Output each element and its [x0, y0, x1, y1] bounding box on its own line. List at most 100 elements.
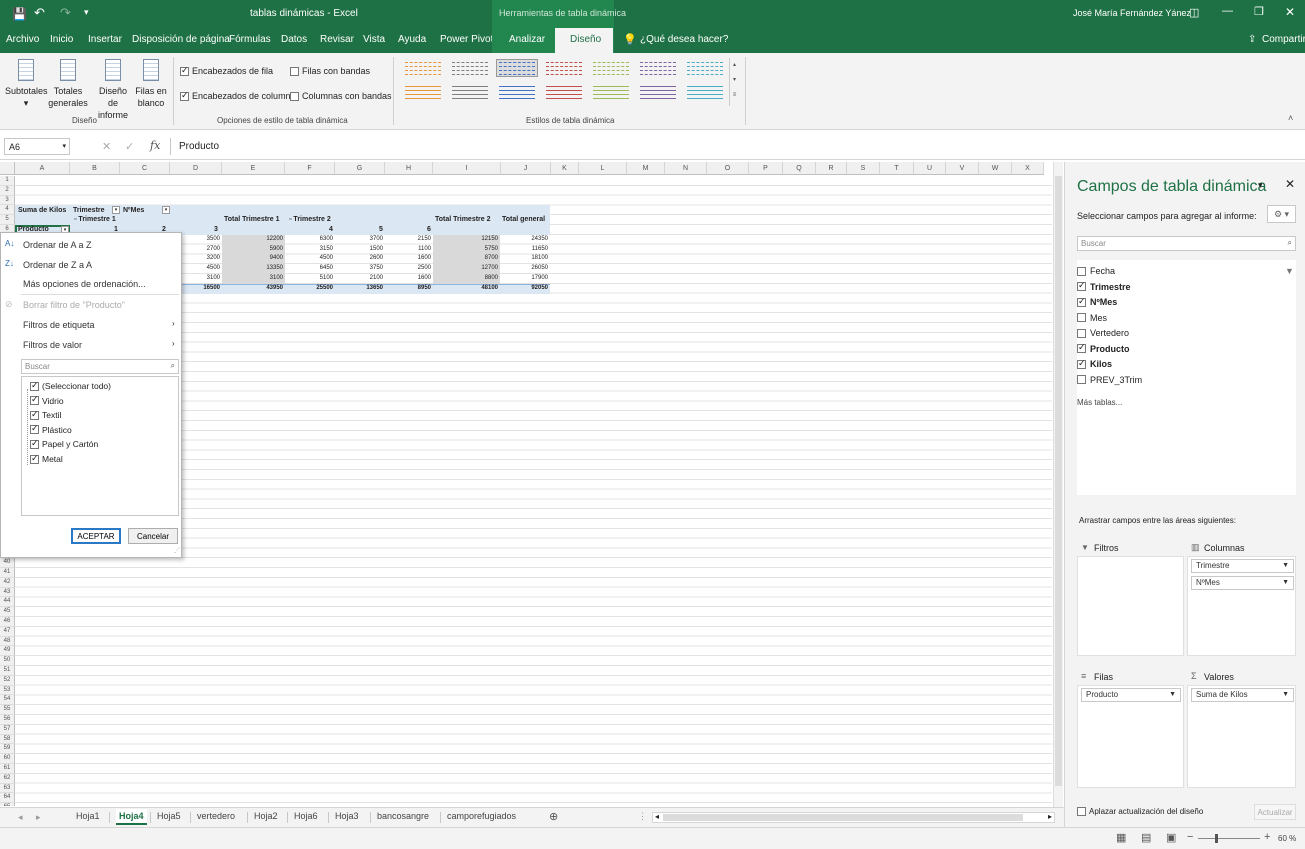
- zoom-in-icon[interactable]: +: [1264, 831, 1270, 843]
- column-header[interactable]: E: [222, 162, 285, 175]
- filas-blanco-button[interactable]: Filas en blanco: [133, 59, 169, 109]
- tell-me-search[interactable]: ¿Qué desea hacer?: [640, 34, 728, 45]
- sheet-tab-camporefugiados[interactable]: camporefugiados: [447, 811, 516, 821]
- sort-za-item[interactable]: Ordenar de Z a A: [23, 260, 92, 270]
- opt-filas-bandas[interactable]: Filas con bandas: [290, 66, 370, 76]
- sheet-tab-hoja6[interactable]: Hoja6: [294, 811, 318, 821]
- share-button[interactable]: Compartir: [1262, 34, 1305, 45]
- values-chip-suma-kilos[interactable]: Suma de Kilos ▼: [1191, 688, 1294, 702]
- row-header[interactable]: 1: [0, 176, 15, 186]
- pivot-style-thumb[interactable]: [449, 59, 491, 77]
- next-sheet-icon[interactable]: ▸: [36, 812, 41, 823]
- pivot-style-thumb[interactable]: [496, 83, 538, 101]
- dropdown-search-input[interactable]: Buscar ⌕: [21, 359, 179, 374]
- collapse-ribbon-icon[interactable]: ˄: [1288, 113, 1293, 123]
- pivot-style-thumb[interactable]: [543, 59, 585, 77]
- pivot-style-thumb[interactable]: [590, 59, 632, 77]
- sheet-tab-hoja5[interactable]: Hoja5: [157, 811, 181, 821]
- menu-vista[interactable]: Vista: [363, 34, 385, 45]
- select-all-corner[interactable]: [0, 162, 15, 175]
- pivot-style-thumb[interactable]: [543, 83, 585, 101]
- row-header[interactable]: 4: [0, 205, 15, 216]
- column-header[interactable]: D: [170, 162, 222, 175]
- menu-diseno-tab[interactable]: Diseño: [555, 28, 613, 53]
- close-icon[interactable]: ✕: [1285, 5, 1295, 19]
- cancel-entry-icon[interactable]: ✕: [102, 140, 111, 153]
- pane-search-input[interactable]: Buscar ⌕: [1077, 236, 1296, 251]
- sheet-tab-hoja1[interactable]: Hoja1: [76, 811, 100, 821]
- pivot-style-thumb[interactable]: [449, 83, 491, 101]
- column-header[interactable]: C: [120, 162, 170, 175]
- menu-datos[interactable]: Datos: [281, 34, 307, 45]
- row-header[interactable]: 44: [0, 597, 15, 608]
- dropdown-items-list[interactable]: (Seleccionar todo) Vidrio Textil Plástico Pa…: [21, 376, 179, 516]
- menu-disposicion[interactable]: Disposición de página: [132, 34, 230, 45]
- opt-encabezados-fila[interactable]: Encabezados de fila: [180, 65, 273, 76]
- column-header[interactable]: U: [914, 162, 946, 175]
- sort-az-item[interactable]: Ordenar de A a Z: [23, 240, 92, 250]
- sheet-tab-hoja3[interactable]: Hoja3: [335, 811, 359, 821]
- zoom-out-icon[interactable]: −: [1187, 831, 1193, 843]
- row-header[interactable]: 5: [0, 215, 15, 225]
- column-header[interactable]: S: [847, 162, 880, 175]
- column-header[interactable]: H: [385, 162, 433, 175]
- field-kilos[interactable]: Kilos: [1077, 358, 1112, 369]
- gallery-scroll[interactable]: ▴ ▾ ≡: [729, 58, 739, 106]
- row-header[interactable]: 2: [0, 185, 15, 196]
- menu-revisar[interactable]: Revisar: [320, 34, 354, 45]
- dropdown-list-item[interactable]: (Seleccionar todo): [30, 380, 111, 391]
- row-header[interactable]: 58: [0, 734, 15, 745]
- prev-sheet-icon[interactable]: ◂: [18, 812, 23, 823]
- filters-area[interactable]: [1077, 556, 1184, 656]
- column-header[interactable]: J: [501, 162, 551, 175]
- filter-dropdown-icon[interactable]: ▾: [112, 206, 120, 215]
- column-header[interactable]: I: [433, 162, 501, 175]
- opt-encabezados-columna[interactable]: Encabezados de columna: [180, 90, 296, 101]
- insert-function-icon[interactable]: fx: [150, 139, 160, 152]
- row-header[interactable]: 61: [0, 764, 15, 774]
- restore-icon[interactable]: ❐: [1254, 5, 1264, 18]
- page-layout-icon[interactable]: ▤: [1141, 831, 1151, 844]
- row-header[interactable]: 43: [0, 587, 15, 598]
- field-prev-3trim[interactable]: PREV_3Trim: [1077, 375, 1142, 385]
- pivot-style-thumb[interactable]: [637, 59, 679, 77]
- row-header[interactable]: 47: [0, 626, 15, 637]
- column-header[interactable]: N: [665, 162, 707, 175]
- name-box[interactable]: A6 ▾: [4, 138, 70, 155]
- sheet-tab-bancosangre[interactable]: bancosangre: [377, 811, 429, 821]
- column-header[interactable]: K: [551, 162, 579, 175]
- dropdown-list-item[interactable]: Metal: [30, 453, 63, 464]
- row-header[interactable]: 54: [0, 695, 15, 706]
- scroll-left-icon[interactable]: ◂: [655, 812, 659, 821]
- add-sheet-icon[interactable]: ⊕: [549, 810, 558, 823]
- minimize-icon[interactable]: —: [1222, 5, 1233, 17]
- row-header[interactable]: 56: [0, 715, 15, 725]
- pane-options-icon[interactable]: ▾: [1258, 180, 1263, 191]
- field-fecha[interactable]: Fecha: [1077, 266, 1115, 276]
- values-area[interactable]: Suma de Kilos ▼: [1187, 685, 1296, 788]
- tab-splitter-icon[interactable]: ⋮: [638, 811, 647, 822]
- field-trimestre[interactable]: Trimestre: [1077, 280, 1131, 292]
- horizontal-scroll-thumb[interactable]: [663, 814, 1023, 821]
- redo-icon[interactable]: ↷: [60, 5, 71, 21]
- field-mes[interactable]: Mes: [1077, 313, 1107, 323]
- rows-chip-producto[interactable]: Producto ▼: [1081, 688, 1181, 702]
- row-header[interactable]: 42: [0, 577, 15, 588]
- value-filters-item[interactable]: Filtros de valor: [23, 340, 82, 350]
- opt-columnas-bandas[interactable]: Columnas con bandas: [290, 91, 392, 101]
- menu-insertar[interactable]: Insertar: [88, 34, 122, 45]
- column-header[interactable]: P: [749, 162, 783, 175]
- row-header[interactable]: 49: [0, 646, 15, 657]
- row-header[interactable]: 41: [0, 568, 15, 578]
- zoom-slider-thumb[interactable]: [1215, 834, 1218, 843]
- field-vertedero[interactable]: Vertedero: [1077, 328, 1129, 338]
- field-n-mes[interactable]: NºMes: [1077, 296, 1117, 307]
- column-header[interactable]: G: [335, 162, 385, 175]
- row-header[interactable]: 48: [0, 636, 15, 647]
- more-sort-item[interactable]: Más opciones de ordenación...: [23, 279, 146, 289]
- resize-grip-icon[interactable]: ⋰: [174, 547, 180, 554]
- column-header[interactable]: V: [946, 162, 979, 175]
- column-header[interactable]: B: [70, 162, 120, 175]
- row-header[interactable]: 60: [0, 754, 15, 764]
- enter-entry-icon[interactable]: ✓: [125, 140, 134, 153]
